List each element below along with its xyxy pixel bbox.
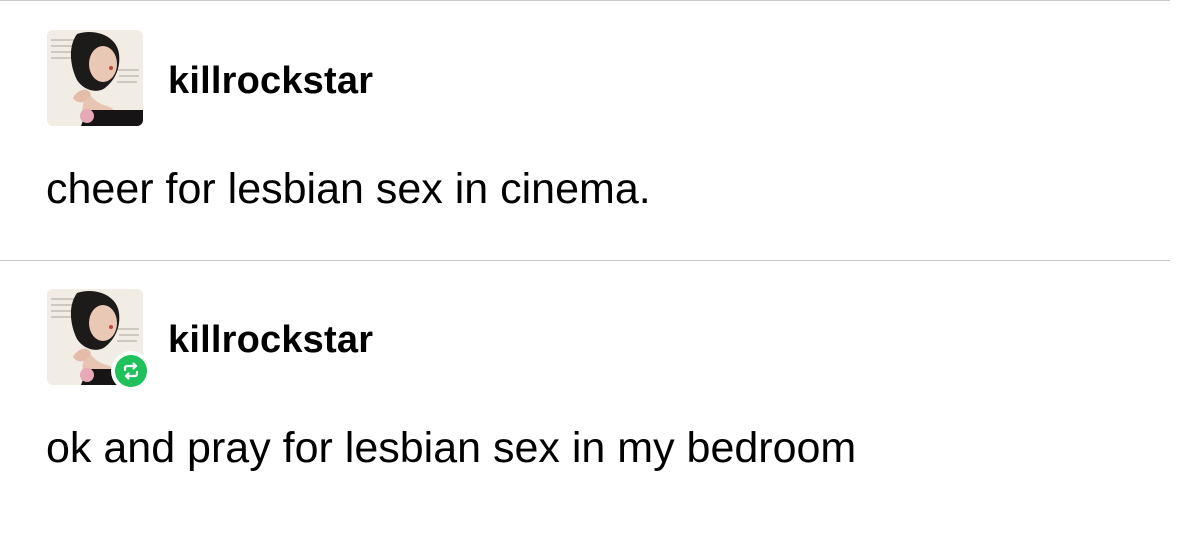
avatar[interactable]: [47, 30, 143, 126]
reblog-badge: [111, 351, 151, 391]
username[interactable]: killrockstar: [168, 321, 373, 359]
post-original: killrockstar cheer for lesbian sex in ci…: [0, 0, 1170, 260]
post-body-text: cheer for lesbian sex in cinema.: [46, 165, 651, 213]
username[interactable]: killrockstar: [168, 62, 373, 100]
post-reblog: killrockstar ok and pray for lesbian sex…: [0, 260, 1170, 537]
user-avatar-photo-icon: [47, 30, 143, 126]
avatar[interactable]: [47, 289, 151, 391]
post-body-text: ok and pray for lesbian sex in my bedroo…: [46, 424, 857, 472]
reblog-icon: [123, 362, 139, 380]
